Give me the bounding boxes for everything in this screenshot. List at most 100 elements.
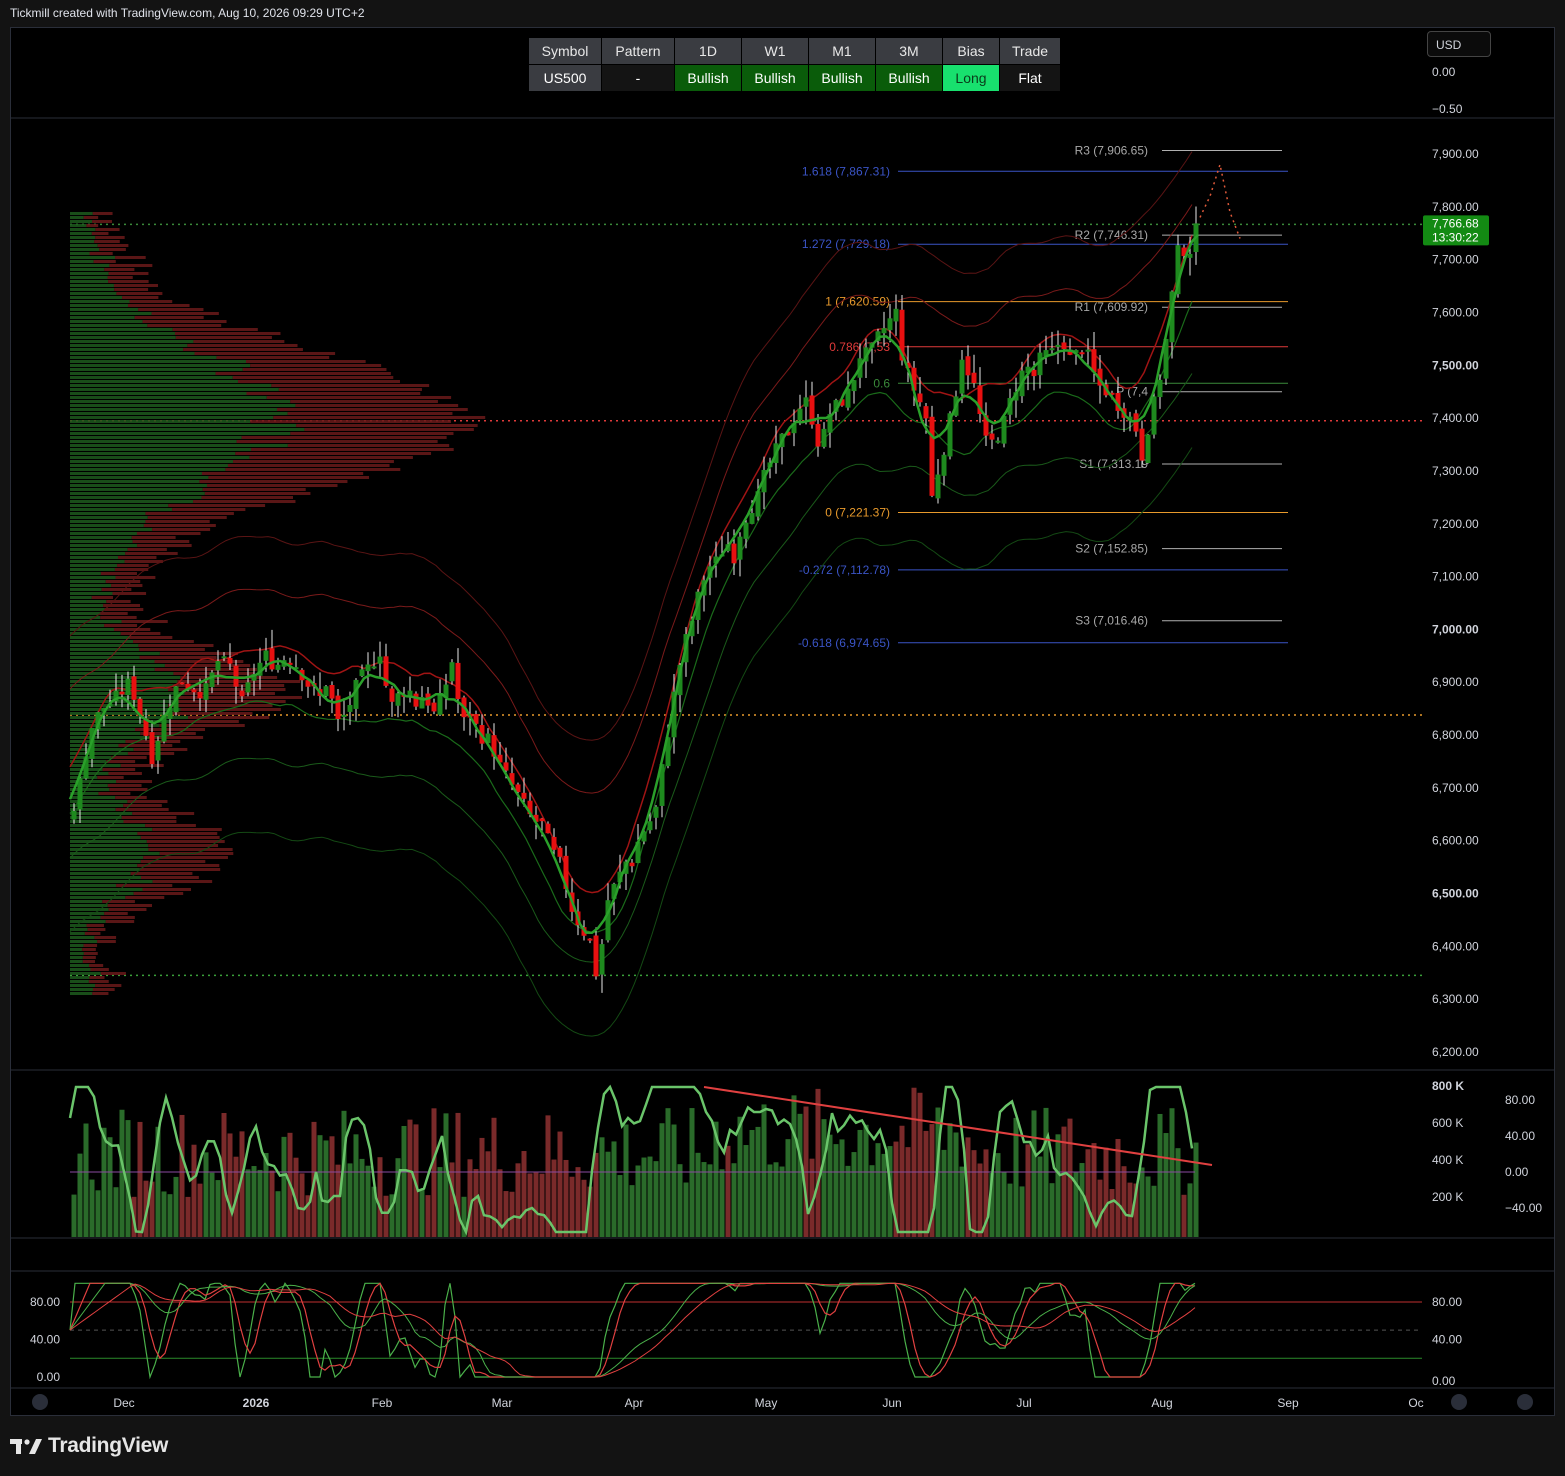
profile-bar-bull <box>70 492 205 495</box>
profile-bar-bull <box>70 964 89 967</box>
profile-bar-bull <box>70 476 209 479</box>
profile-bar-bear <box>100 616 137 619</box>
profile-bar-bull <box>70 340 194 343</box>
profile-bar-bull <box>70 288 115 291</box>
profile-bar-bear <box>193 500 296 503</box>
profile-bar-bear <box>92 988 115 991</box>
profile-bar-bear <box>128 304 190 307</box>
volume-bar <box>923 1130 929 1237</box>
profile-bar-bear <box>95 984 122 987</box>
profile-bar-bear <box>168 504 266 507</box>
profile-bar-bull <box>70 632 121 635</box>
profile-bar-bull <box>70 332 175 335</box>
profile-bar-bear <box>117 564 149 567</box>
candle-body <box>1085 349 1091 352</box>
profile-bar-bull <box>70 436 242 439</box>
volume-bar <box>527 1173 533 1237</box>
profile-bar-bull <box>70 488 203 491</box>
profile-bar-bear <box>232 376 394 379</box>
volume-bar <box>347 1163 353 1237</box>
candle-body <box>1001 416 1007 444</box>
profile-bar-bull <box>70 224 87 227</box>
profile-bar-bull <box>70 440 237 443</box>
profile-bar-bull <box>70 904 108 907</box>
stoch-axis-label-right: 80.00 <box>1432 1295 1462 1309</box>
profile-bar-bear <box>207 484 338 487</box>
profile-bar-bull <box>70 972 101 975</box>
profile-bar-bull <box>70 504 169 507</box>
profile-bar-bear <box>168 704 273 707</box>
profile-bar-bear <box>83 952 98 955</box>
fibonacci-levels: 1.618 (7,867.31) 1.272 (7,729.18) 1 (7,620… <box>798 164 1288 650</box>
candle-body <box>365 664 371 672</box>
profile-bar-bull <box>70 464 228 467</box>
profile-bar-bull <box>70 560 125 563</box>
volume-bar <box>971 1150 977 1237</box>
price-axis-label: 7,700.00 <box>1432 253 1479 267</box>
price-axis-label: 6,500.00 <box>1432 887 1479 901</box>
profile-bar-bear <box>133 748 188 751</box>
volume-bar <box>917 1092 923 1237</box>
forecast-path <box>1199 161 1241 239</box>
top-axis-label: −0.50 <box>1432 102 1463 116</box>
profile-bar-bear <box>235 452 432 455</box>
profile-bar-bull <box>70 936 95 939</box>
volume-bar <box>113 1187 119 1237</box>
profile-bar-bull <box>70 808 116 811</box>
profile-bar-bear <box>82 948 96 951</box>
profile-bar-bear <box>145 512 234 515</box>
profile-bar-bull <box>70 260 94 263</box>
profile-bar-bear <box>227 464 390 467</box>
candle-body <box>119 691 125 695</box>
profile-bar-bull <box>70 736 150 739</box>
profile-bar-bull <box>70 264 110 267</box>
profile-bar-bear <box>245 360 366 363</box>
volume-bar <box>623 1124 629 1237</box>
volume-bar <box>1019 1186 1025 1237</box>
candle-body <box>77 778 83 810</box>
candle-body <box>653 806 659 818</box>
profile-bar-bear <box>290 432 454 435</box>
candle-body <box>821 428 827 447</box>
profile-bar-bull <box>70 580 106 583</box>
profile-bar-bull <box>70 384 272 387</box>
profile-bar-bear <box>137 544 192 547</box>
volume-bar <box>1181 1194 1187 1237</box>
profile-bar-bull <box>70 940 98 943</box>
volume-bar <box>599 1137 605 1237</box>
volume-bar <box>215 1180 221 1237</box>
price-chart[interactable]: 1.618 (7,867.31) 1.272 (7,729.18) 1 (7,620… <box>0 0 1565 1476</box>
profile-bar-bear <box>208 476 370 479</box>
volume-bar <box>857 1129 863 1237</box>
candle-body <box>599 944 605 975</box>
time-axis-label: Feb <box>372 1396 393 1410</box>
time-axis-label: May <box>755 1396 778 1410</box>
candle-body <box>965 356 971 376</box>
profile-bar-bull <box>70 360 246 363</box>
candle-body <box>731 543 737 564</box>
profile-bar-bull <box>70 956 83 959</box>
volume-bar <box>77 1153 83 1237</box>
profile-bar-bear <box>133 892 184 895</box>
volume-bar <box>635 1165 641 1237</box>
volume-bar <box>137 1121 143 1237</box>
volume-bar <box>191 1144 197 1237</box>
candle-body <box>881 328 887 334</box>
candle-body <box>389 688 395 702</box>
profile-bar-bear <box>100 916 135 919</box>
candle-body <box>593 935 599 977</box>
profile-bar-bull <box>70 276 108 279</box>
profile-bar-bear <box>132 812 195 815</box>
candle-body <box>647 821 653 831</box>
candle-body <box>179 682 185 685</box>
profile-bar-bull <box>70 312 152 315</box>
profile-bar-bull <box>70 952 84 955</box>
profile-bar-bull <box>70 660 155 663</box>
volume-bar <box>515 1163 521 1237</box>
profile-bar-bear <box>278 388 422 391</box>
volume-bar <box>209 1172 215 1237</box>
profile-bar-bear <box>108 280 149 283</box>
profile-bar-bear <box>107 784 142 787</box>
volume-bar <box>1037 1156 1043 1237</box>
volume-bar <box>485 1151 491 1237</box>
